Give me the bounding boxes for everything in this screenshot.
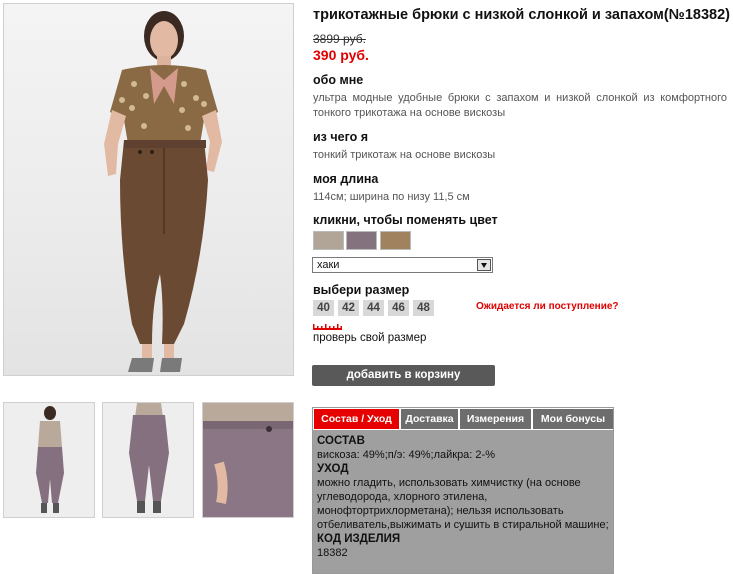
tab-composition-care[interactable]: Состав / Уход (314, 409, 399, 429)
color-swatch-beige[interactable] (313, 231, 344, 250)
main-product-photo[interactable] (3, 3, 294, 376)
size-heading: выбери размер (313, 283, 410, 297)
model-illustration (104, 11, 222, 372)
color-select-value: хаки (317, 259, 340, 271)
add-to-cart-button[interactable]: добавить в корзину (312, 365, 495, 386)
color-swatch-purple[interactable] (346, 231, 377, 250)
tab-content: СОСТАВ вискоза: 49%;п/э: 49%;лайкра: 2-%… (317, 434, 609, 560)
material-text: тонкий трикотаж на основе вискозы (313, 149, 496, 161)
material-heading: из чего я (313, 130, 369, 144)
about-heading: обо мне (313, 73, 364, 87)
composition-heading: СОСТАВ (317, 435, 365, 447)
size-option-40[interactable]: 40 (313, 300, 334, 316)
care-heading: УХОД (317, 463, 349, 475)
current-price: 390 руб. (313, 47, 369, 63)
chevron-down-icon[interactable] (477, 259, 491, 271)
product-code-value: 18382 (317, 547, 348, 559)
size-option-42[interactable]: 42 (338, 300, 359, 316)
length-text: 114см; ширина по низу 11,5 см (313, 191, 470, 203)
check-size-link[interactable]: проверь свой размер (313, 332, 426, 344)
tab-measurements[interactable]: Измерения (460, 409, 531, 429)
care-text: можно гладить, использовать химчистку (н… (317, 477, 609, 531)
tab-delivery[interactable]: Доставка (401, 409, 458, 429)
info-tabs-panel: Состав / Уход Доставка Измерения Мои бон… (312, 407, 614, 574)
length-heading: моя длина (313, 172, 379, 186)
thumbnail-detail-view[interactable] (202, 402, 294, 518)
color-select[interactable]: хаки (312, 257, 493, 273)
product-title: трикотажные брюки с низкой слонкой и зап… (313, 7, 730, 23)
color-heading: кликни, чтобы поменять цвет (313, 213, 498, 227)
ruler-icon[interactable] (313, 323, 342, 331)
composition-text: вискоза: 49%;п/э: 49%;лайкра: 2-% (317, 449, 495, 461)
size-option-46[interactable]: 46 (388, 300, 409, 316)
about-text: ультра модные удобные брюки с запахом и … (313, 92, 727, 119)
thumbnail-back-view[interactable] (3, 402, 95, 518)
color-swatch-khaki[interactable] (380, 231, 411, 250)
restock-inquiry-link[interactable]: Ожидается ли поступление? (476, 301, 619, 312)
product-code-heading: КОД ИЗДЕЛИЯ (317, 533, 401, 545)
old-price: 3899 руб. (313, 32, 366, 46)
thumbnail-front-view[interactable] (102, 402, 194, 518)
tab-my-bonuses[interactable]: Мои бонусы (533, 409, 613, 429)
tab-bar: Состав / Уход Доставка Измерения Мои бон… (313, 408, 613, 430)
size-option-48[interactable]: 48 (413, 300, 434, 316)
size-option-44[interactable]: 44 (363, 300, 384, 316)
